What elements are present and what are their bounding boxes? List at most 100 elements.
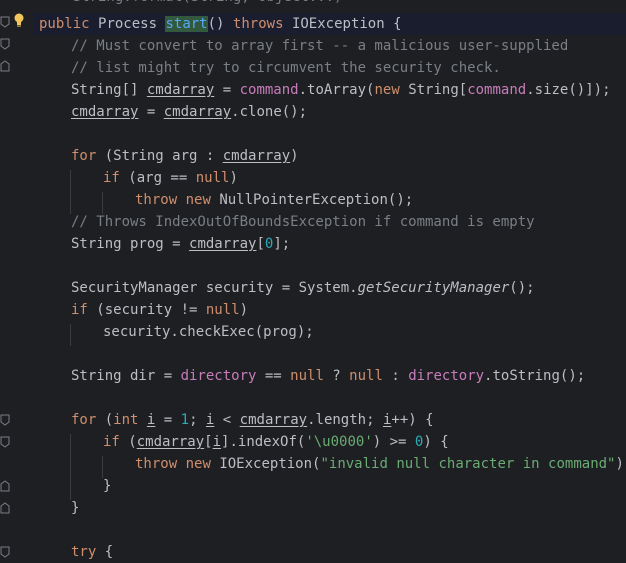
- keyword: null: [195, 170, 230, 186]
- keyword: new: [185, 456, 211, 472]
- code-token: (: [96, 412, 114, 428]
- code-token: String[]: [71, 82, 147, 98]
- code-token: ) {: [423, 434, 449, 450]
- code-line[interactable]: security.checkExec(prog);: [103, 321, 314, 343]
- keyword: new: [374, 82, 400, 98]
- code-token: :: [382, 368, 409, 384]
- code-token: [: [256, 236, 265, 252]
- code-line[interactable]: throw new IOException("invalid null char…: [135, 453, 626, 475]
- code-token: (arg ==: [119, 170, 196, 186]
- code-token: ++) {: [391, 412, 434, 428]
- code-token: ==: [256, 368, 291, 384]
- code-token: ;: [189, 412, 206, 428]
- code-comment[interactable]: // list might try to circumvent the secu…: [71, 57, 501, 79]
- code-token: ): [229, 170, 238, 186]
- code-line[interactable]: if (arg == null): [103, 167, 238, 189]
- keyword: throw: [135, 456, 178, 472]
- keyword: throw: [135, 192, 178, 208]
- fold-marker-icon[interactable]: [0, 546, 10, 558]
- string-literal: "invalid null character in command": [320, 456, 616, 472]
- code-line[interactable]: throw new NullPointerException();: [135, 189, 413, 211]
- code-line[interactable]: if (cmdarray[i].indexOf('\u0000') >= 0) …: [103, 431, 449, 453]
- code-line[interactable]: if (security != null): [71, 299, 248, 321]
- static-method: getSecurityManager: [357, 280, 510, 296]
- code-token: [: [204, 434, 213, 450]
- variable-cmdarray: cmdarray: [163, 104, 232, 120]
- code-token: ();: [509, 280, 535, 296]
- code-token: (): [207, 16, 225, 32]
- fold-marker-icon[interactable]: [0, 60, 10, 72]
- code-line[interactable]: String dir = directory == null ? null : …: [71, 365, 585, 387]
- code-token: String dir =: [71, 368, 181, 384]
- code-comment[interactable]: // Throws IndexOutOfBoundsException if c…: [71, 211, 535, 233]
- code-token: =: [155, 412, 181, 428]
- code-token: .clone();: [231, 104, 308, 120]
- variable-cmdarray: cmdarray: [146, 82, 215, 98]
- fold-marker-icon[interactable]: [0, 16, 10, 28]
- code-line[interactable]: }: [71, 497, 79, 519]
- keyword: for: [71, 148, 97, 164]
- code-token: =: [214, 82, 240, 98]
- code-line[interactable]: cmdarray = cmdarray.clone();: [71, 101, 307, 123]
- field-command: command: [467, 82, 527, 98]
- keyword: new: [185, 192, 211, 208]
- method-name: start: [165, 16, 208, 32]
- keyword: public: [39, 16, 90, 32]
- fold-marker-icon[interactable]: [0, 38, 10, 50]
- code-token: (security !=: [87, 302, 206, 318]
- code-token: .toString();: [484, 368, 586, 384]
- keyword: int: [113, 412, 139, 428]
- fold-marker-icon[interactable]: [0, 414, 10, 426]
- fold-marker-icon[interactable]: [0, 480, 10, 492]
- indent-guide: [70, 324, 71, 346]
- code-comment[interactable]: // Must convert to array first -- a mali…: [71, 35, 568, 57]
- number-literal: 1: [180, 412, 190, 428]
- code-editor[interactable]: String.format(String, Object...) public …: [0, 0, 626, 560]
- code-token: String prog =: [71, 236, 190, 252]
- code-token: NullPointerException();: [210, 192, 414, 208]
- fold-marker-icon[interactable]: [0, 502, 10, 514]
- code-token: ].indexOf(: [221, 434, 306, 450]
- code-line[interactable]: SecurityManager security = System.getSec…: [71, 277, 535, 299]
- code-line[interactable]: String[] cmdarray = command.toArray(new …: [71, 79, 611, 101]
- code-line-partial[interactable]: String.format(String, Object...): [39, 0, 343, 8]
- code-token: );: [615, 456, 626, 472]
- code-token: ) >=: [372, 434, 415, 450]
- code-token: .length;: [307, 412, 383, 428]
- indent-guide: [70, 170, 71, 214]
- code-line[interactable]: for (String arg : cmdarray): [71, 145, 299, 167]
- code-token: .toArray(: [298, 82, 375, 98]
- code-line[interactable]: for (int i = 1; i < cmdarray.length; i++…: [71, 409, 434, 431]
- code-line[interactable]: try {: [71, 541, 113, 563]
- code-line-method-signature[interactable]: public Process start() throws IOExceptio…: [34, 13, 626, 35]
- code-token: <: [214, 412, 240, 428]
- field-directory: directory: [180, 368, 257, 384]
- keyword: for: [71, 412, 97, 428]
- keyword: null: [349, 368, 383, 384]
- keyword: if: [103, 434, 120, 450]
- code-token: IOException(: [210, 456, 321, 472]
- code-token: ): [290, 148, 299, 164]
- keyword: null: [290, 368, 324, 384]
- variable-cmdarray: cmdarray: [239, 412, 308, 428]
- code-token: SecurityManager security = System.: [71, 280, 358, 296]
- code-line[interactable]: }: [103, 475, 111, 497]
- intention-bulb-icon[interactable]: [13, 13, 25, 27]
- char-literal: '\u0000': [305, 434, 373, 450]
- code-line[interactable]: String prog = cmdarray[0];: [71, 233, 290, 255]
- code-token: ];: [273, 236, 291, 252]
- variable-cmdarray: cmdarray: [71, 104, 139, 120]
- keyword: null: [205, 302, 240, 318]
- code-token: =: [138, 104, 164, 120]
- code-token: ): [239, 302, 249, 318]
- code-token: (String arg :: [96, 148, 223, 164]
- code-token: {: [393, 16, 402, 32]
- fold-marker-icon[interactable]: [0, 436, 10, 448]
- gutter[interactable]: [0, 0, 34, 558]
- indent-guide: [70, 434, 71, 500]
- code-token: String[: [399, 82, 468, 98]
- field-command: command: [239, 82, 299, 98]
- variable-cmdarray: cmdarray: [189, 236, 257, 252]
- field-directory: directory: [408, 368, 485, 384]
- keyword: if: [103, 170, 120, 186]
